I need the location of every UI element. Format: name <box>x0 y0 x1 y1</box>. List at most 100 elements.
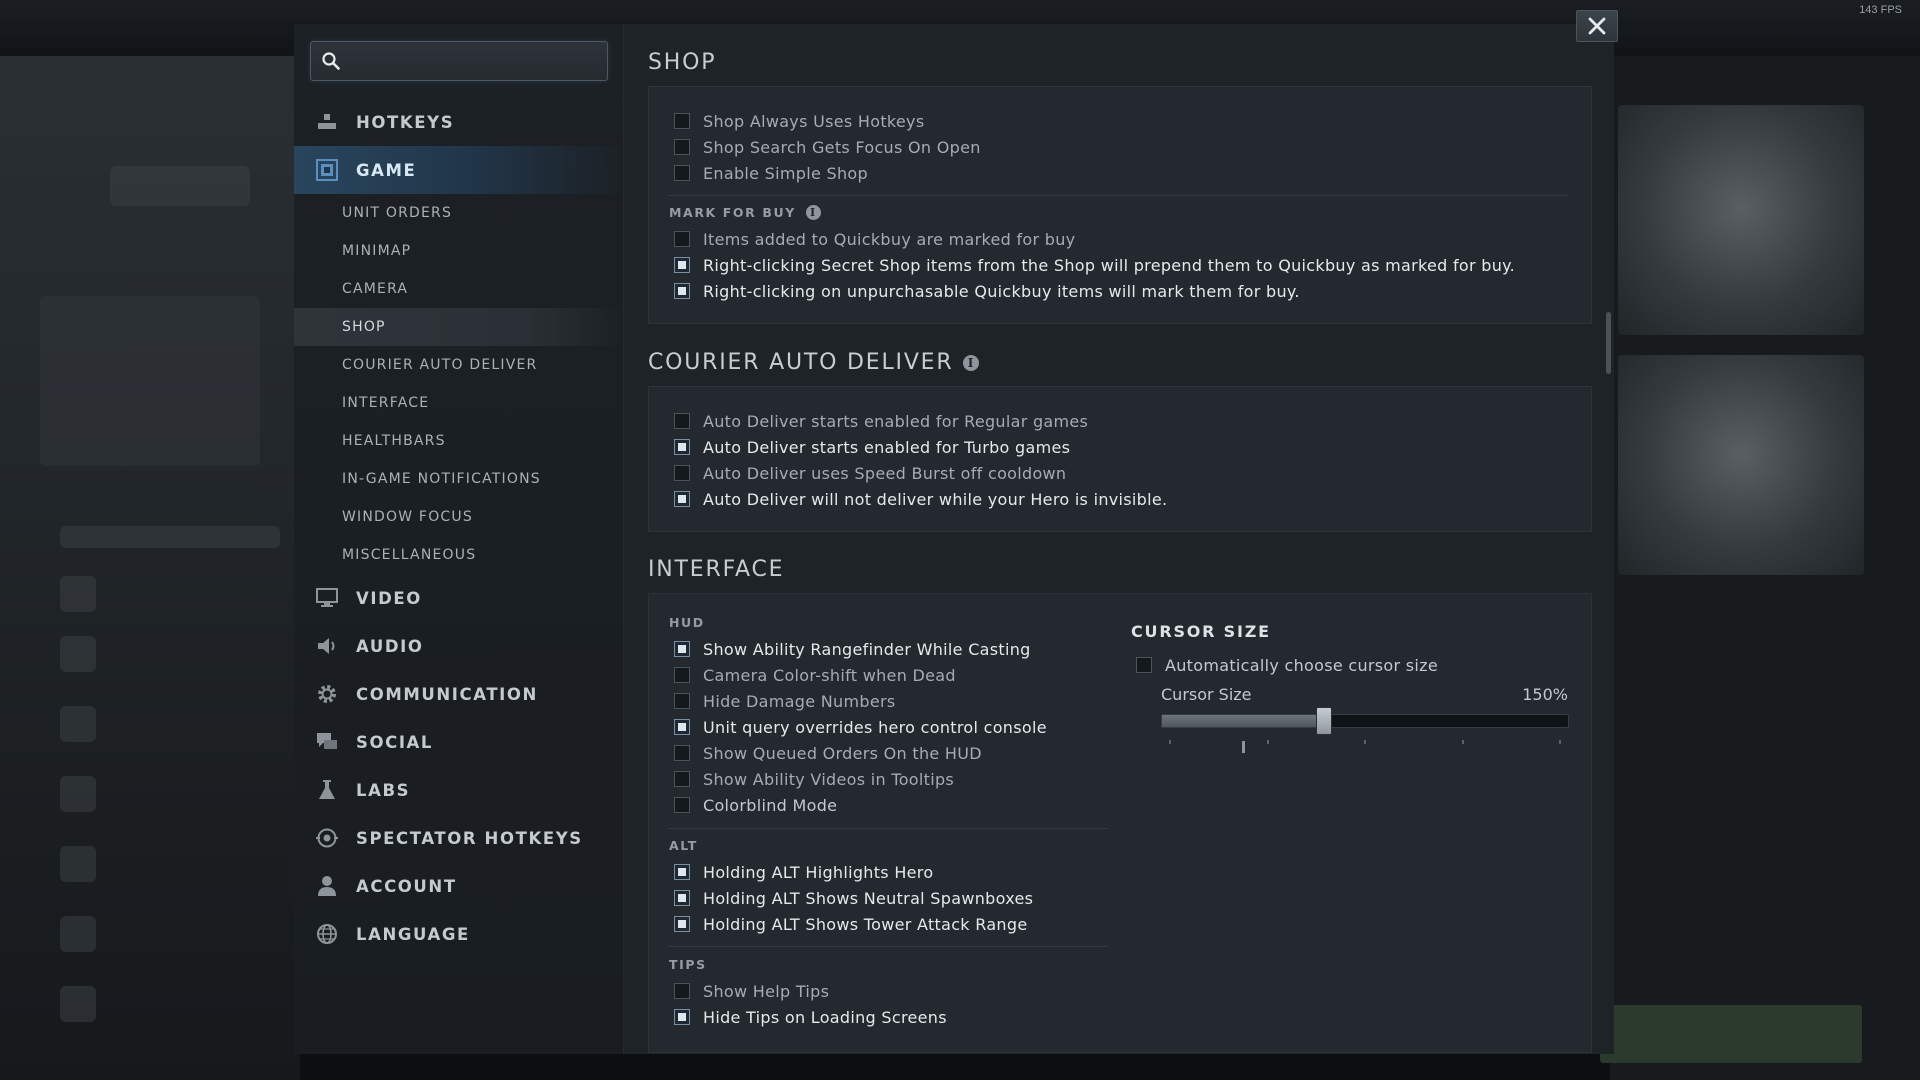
option-label: Show Ability Videos in Tooltips <box>703 769 955 789</box>
subheading-tips: TIPS <box>669 957 707 972</box>
content-scrollbar[interactable] <box>1606 312 1611 374</box>
shop-option-row[interactable]: Enable Simple Shop <box>674 162 868 184</box>
checkbox[interactable] <box>1136 657 1152 673</box>
option-label: Right-clicking on unpurchasable Quickbuy… <box>703 281 1300 301</box>
option-label: Enable Simple Shop <box>703 163 868 183</box>
section-title-shop: SHOP <box>648 50 717 75</box>
section-title-interface: INTERFACE <box>648 557 785 582</box>
option-label: Show Help Tips <box>703 981 830 1001</box>
checkbox-checked[interactable] <box>674 890 690 906</box>
courier-option-row[interactable]: Auto Deliver starts enabled for Regular … <box>674 410 1088 432</box>
checkbox[interactable] <box>674 667 690 683</box>
slider-fill <box>1162 715 1324 727</box>
hud-option-row[interactable]: Hide Damage Numbers <box>674 690 895 712</box>
alt-option-row[interactable]: Holding ALT Shows Tower Attack Range <box>674 913 1027 935</box>
tips-option-row[interactable]: Hide Tips on Loading Screens <box>674 1006 947 1028</box>
courier-option-row[interactable]: Auto Deliver starts enabled for Turbo ga… <box>674 436 1070 458</box>
courier-option-row[interactable]: Auto Deliver uses Speed Burst off cooldo… <box>674 462 1066 484</box>
hud-option-row[interactable]: Show Queued Orders On the HUD <box>674 742 982 764</box>
option-label: Hide Tips on Loading Screens <box>703 1007 947 1027</box>
checkbox[interactable] <box>674 797 690 813</box>
shop-option-row[interactable]: Shop Search Gets Focus On Open <box>674 136 981 158</box>
cursor-size-heading: CURSOR SIZE <box>1131 622 1271 641</box>
shop-option-row[interactable]: Shop Always Uses Hotkeys <box>674 110 924 132</box>
content-coordinate-layer: SHOP Shop Always Uses Hotkeys Shop Searc… <box>0 0 1920 1080</box>
slider-tick <box>1559 740 1561 744</box>
slider-tick <box>1364 740 1366 744</box>
slider-tick <box>1462 740 1464 744</box>
option-label: Auto Deliver starts enabled for Turbo ga… <box>703 437 1071 457</box>
courier-panel <box>648 386 1592 532</box>
checkbox[interactable] <box>674 413 690 429</box>
cursor-size-slider-value: 150% <box>1522 685 1568 704</box>
divider <box>668 195 1568 196</box>
checkbox-checked[interactable] <box>674 491 690 507</box>
subheading-mark-for-buy: MARK FOR BUY i <box>669 205 821 220</box>
info-icon[interactable]: i <box>963 354 980 371</box>
slider-thumb[interactable] <box>1316 707 1332 735</box>
checkbox[interactable] <box>674 139 690 155</box>
alt-option-row[interactable]: Holding ALT Highlights Hero <box>674 861 933 883</box>
option-label: Show Ability Rangefinder While Casting <box>703 639 1031 659</box>
slider-default-tick <box>1242 741 1245 753</box>
close-button[interactable] <box>1576 10 1618 42</box>
checkbox[interactable] <box>674 165 690 181</box>
mark-for-buy-option-row[interactable]: Items added to Quickbuy are marked for b… <box>674 228 1075 250</box>
subheading-label: MARK FOR BUY <box>669 205 796 220</box>
tips-option-row[interactable]: Show Help Tips <box>674 980 829 1002</box>
option-label: Hide Damage Numbers <box>703 691 896 711</box>
option-label: Auto Deliver starts enabled for Regular … <box>703 411 1089 431</box>
checkbox-checked[interactable] <box>674 864 690 880</box>
hud-option-row[interactable]: Show Ability Rangefinder While Casting <box>674 638 1031 660</box>
courier-option-row[interactable]: Auto Deliver will not deliver while your… <box>674 488 1167 510</box>
checkbox[interactable] <box>674 465 690 481</box>
hud-option-row[interactable]: Show Ability Videos in Tooltips <box>674 768 954 790</box>
slider-ticks <box>1161 740 1569 754</box>
option-label: Holding ALT Shows Neutral Spawnboxes <box>703 888 1034 908</box>
subheading-hud: HUD <box>669 615 705 630</box>
cursor-size-slider[interactable] <box>1161 707 1569 735</box>
checkbox[interactable] <box>674 983 690 999</box>
checkbox-checked[interactable] <box>674 719 690 735</box>
option-label: Show Queued Orders On the HUD <box>703 743 982 763</box>
checkbox[interactable] <box>674 113 690 129</box>
checkbox[interactable] <box>674 745 690 761</box>
option-label: Right-clicking Secret Shop items from th… <box>703 255 1516 275</box>
option-label: Colorblind Mode <box>703 795 838 815</box>
settings-content: SHOP Shop Always Uses Hotkeys Shop Searc… <box>624 24 1614 1054</box>
checkbox[interactable] <box>674 231 690 247</box>
slider-tick <box>1267 740 1269 744</box>
option-label: Shop Search Gets Focus On Open <box>703 137 981 157</box>
info-icon[interactable]: i <box>805 205 821 220</box>
checkbox[interactable] <box>674 771 690 787</box>
checkbox-checked[interactable] <box>674 257 690 273</box>
cursor-size-slider-label: Cursor Size <box>1161 685 1252 704</box>
alt-option-row[interactable]: Holding ALT Shows Neutral Spawnboxes <box>674 887 1033 909</box>
close-icon <box>1588 17 1606 35</box>
option-label: Auto Deliver will not deliver while your… <box>703 489 1168 509</box>
checkbox-checked[interactable] <box>674 439 690 455</box>
option-label: Auto Deliver uses Speed Burst off cooldo… <box>703 463 1067 483</box>
option-label: Automatically choose cursor size <box>1165 655 1439 675</box>
divider <box>668 946 1108 947</box>
auto-cursor-size-row[interactable]: Automatically choose cursor size <box>1136 654 1438 676</box>
mark-for-buy-option-row[interactable]: Right-clicking Secret Shop items from th… <box>674 254 1515 276</box>
checkbox[interactable] <box>674 693 690 709</box>
mark-for-buy-option-row[interactable]: Right-clicking on unpurchasable Quickbuy… <box>674 280 1300 302</box>
checkbox-checked[interactable] <box>674 1009 690 1025</box>
option-label: Shop Always Uses Hotkeys <box>703 111 925 131</box>
checkbox-checked[interactable] <box>674 641 690 657</box>
hud-option-row[interactable]: Camera Color-shift when Dead <box>674 664 956 686</box>
checkbox-checked[interactable] <box>674 916 690 932</box>
option-label: Items added to Quickbuy are marked for b… <box>703 229 1076 249</box>
option-label: Holding ALT Shows Tower Attack Range <box>703 914 1028 934</box>
hud-option-row[interactable]: Colorblind Mode <box>674 794 837 816</box>
slider-tick <box>1169 740 1171 744</box>
hud-option-row[interactable]: Unit query overrides hero control consol… <box>674 716 1047 738</box>
subheading-alt: ALT <box>669 838 698 853</box>
option-label: Camera Color-shift when Dead <box>703 665 956 685</box>
checkbox-checked[interactable] <box>674 283 690 299</box>
section-title-label: COURIER AUTO DELIVER <box>648 350 954 375</box>
option-label: Unit query overrides hero control consol… <box>703 717 1047 737</box>
option-label: Holding ALT Highlights Hero <box>703 862 934 882</box>
